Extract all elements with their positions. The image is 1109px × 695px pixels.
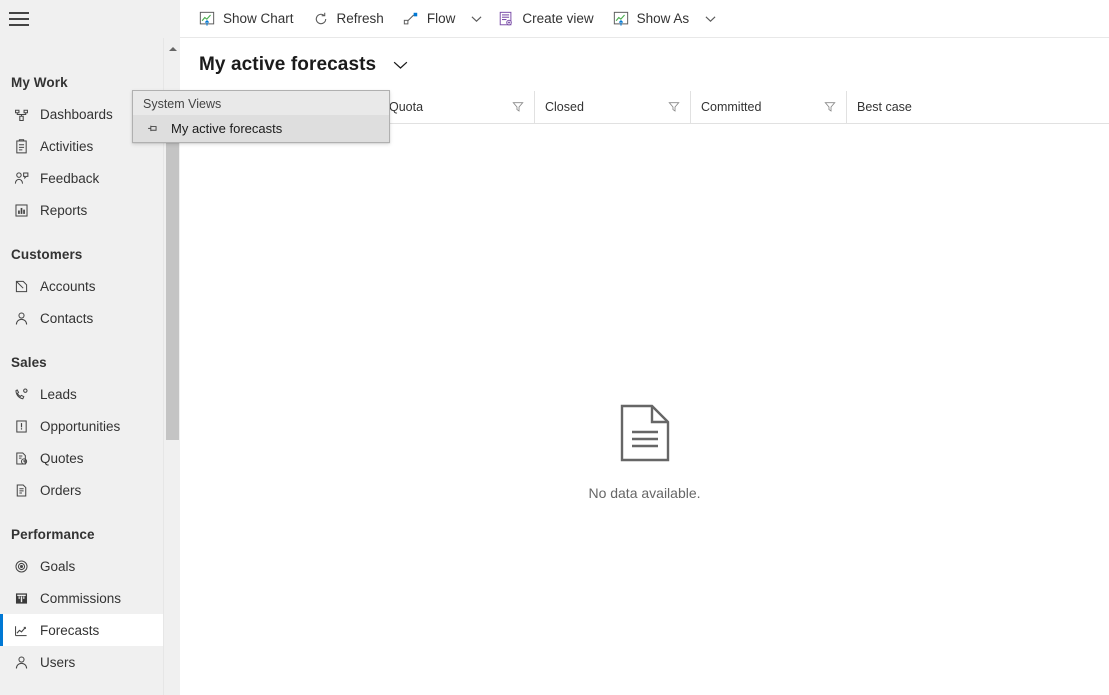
command-label: Create view [522,11,594,26]
sidebar-item-accounts[interactable]: Accounts [0,270,180,302]
scroll-up-arrow-icon[interactable] [164,40,181,57]
sidebar-item-forecasts[interactable]: Forecasts [0,614,180,646]
sidebar-item-commissions[interactable]: Commissions [0,582,180,614]
flyout-item-my-active-forecasts[interactable]: My active forecasts [133,115,389,142]
create-view-icon [497,10,515,28]
sidebar-item-goals[interactable]: Goals [0,550,180,582]
sidebar-menu-toggle-wrap [0,0,180,38]
sidebar-item-label: Activities [40,138,94,154]
nav-group-title-customers: Customers [11,247,83,262]
sidebar-item-label: Goals [40,558,76,574]
filter-icon[interactable] [506,101,530,113]
filter-icon[interactable] [818,101,842,113]
sidebar-item-label: Dashboards [40,106,113,122]
sidebar-item-label: Users [40,654,76,670]
sidebar-item-label: Contacts [40,310,94,326]
quotes-icon [10,448,32,468]
contacts-icon [10,308,32,328]
column-label: Quota [389,100,424,114]
scrollbar-thumb[interactable] [166,140,179,440]
forecasts-icon [10,620,32,640]
sidebar-item-label: Commissions [40,590,122,606]
app-root: My Work Dashboards Activities Feedback R… [0,0,1109,695]
column-header-best-case[interactable]: Best case [846,91,1109,123]
document-icon [619,404,671,467]
flow-chevron-down-icon[interactable] [464,0,488,38]
command-label: Show Chart [223,11,294,26]
sidebar-item-label: Reports [40,202,88,218]
leads-icon [10,384,32,404]
orders-icon [10,480,32,500]
refresh-icon [312,10,330,28]
nav-group-title-sales: Sales [11,355,47,370]
show-chart-button[interactable]: Show Chart [189,0,303,38]
view-selector-flyout: System Views My active forecasts [132,90,390,143]
pin-icon[interactable] [143,122,163,136]
nav-group-title-performance: Performance [11,527,95,542]
sidebar-item-label: Forecasts [40,622,100,638]
flyout-section-header: System Views [133,91,389,115]
sidebar-item-orders[interactable]: Orders [0,474,180,506]
sidebar-item-leads[interactable]: Leads [0,378,180,410]
hamburger-icon[interactable] [9,12,29,26]
column-label: Closed [545,100,584,114]
refresh-button[interactable]: Refresh [303,0,393,38]
column-header-closed[interactable]: Closed [534,91,690,123]
command-label: Flow [426,11,456,26]
command-label: Show As [636,11,690,26]
sidebar-item-quotes[interactable]: Quotes [0,442,180,474]
sidebar-item-label: Opportunities [40,418,121,434]
empty-state-text: No data available. [588,485,701,501]
sidebar-item-label: Leads [40,386,77,402]
column-label: Best case [857,100,912,114]
show-as-chevron-down-icon[interactable] [698,0,722,38]
view-selector-chevron-down-icon[interactable] [389,50,411,80]
empty-state: No data available. [180,404,1109,501]
sidebar-item-contacts[interactable]: Contacts [0,302,180,334]
feedback-icon [10,168,32,188]
sidebar-item-label: Feedback [40,170,100,186]
users-icon [10,652,32,672]
sidebar-item-reports[interactable]: Reports [0,194,180,226]
flyout-item-label: My active forecasts [171,121,283,136]
show-chart-icon [198,10,216,28]
sidebar-item-opportunities[interactable]: Opportunities [0,410,180,442]
activities-icon [10,136,32,156]
goals-icon [10,556,32,576]
create-view-button[interactable]: Create view [488,0,602,38]
sidebar-item-label: Accounts [40,278,96,294]
flow-icon [402,10,420,28]
opportunities-icon [10,416,32,436]
column-label: Committed [701,100,762,114]
flow-button[interactable]: Flow [393,0,465,38]
sidebar-item-label: Orders [40,482,82,498]
page-title[interactable]: My active forecasts [199,54,376,76]
view-header: My active forecasts [180,39,1109,91]
show-as-button[interactable]: Show As [603,0,699,38]
sidebar-item-users[interactable]: Users [0,646,180,678]
sidebar-item-label: Quotes [40,450,84,466]
show-as-icon [612,10,630,28]
sidebar-item-feedback[interactable]: Feedback [0,162,180,194]
accounts-icon [10,276,32,296]
commissions-icon [10,588,32,608]
filter-icon[interactable] [662,101,686,113]
column-header-quota[interactable]: Quota [378,91,534,123]
column-header-committed[interactable]: Committed [690,91,846,123]
dashboards-icon [10,104,32,124]
command-bar: Show Chart Refresh Flow Create view Show… [180,0,1109,38]
reports-icon [10,200,32,220]
grid-body: No data available. [180,124,1109,695]
command-label: Refresh [336,11,384,26]
